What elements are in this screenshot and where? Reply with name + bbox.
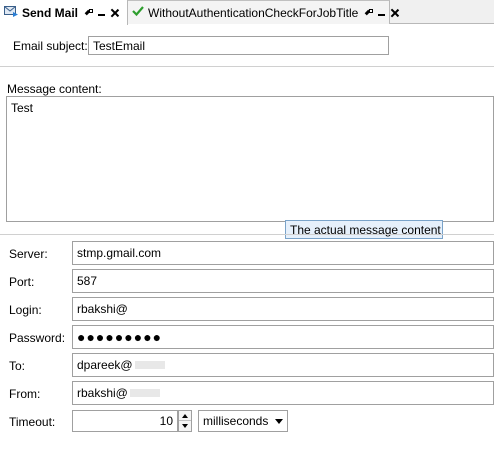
chevron-down-icon [275,418,283,424]
password-label: Password: [9,331,66,345]
to-value: dpareek@ [77,358,133,372]
mail-send-icon [4,5,18,20]
email-subject-input[interactable]: TestEmail [88,36,389,55]
pin-icon[interactable] [364,8,374,17]
spin-up-icon[interactable] [179,411,191,421]
minimize-icon[interactable] [377,8,386,17]
timeout-label: Timeout: [9,415,56,429]
port-label: Port: [9,275,35,289]
close-icon[interactable] [110,8,119,17]
password-input[interactable]: ●●●●●●●●● [72,325,494,349]
to-label: To: [9,359,26,373]
check-icon [132,5,144,20]
email-subject-label: Email subject: [13,39,88,53]
close-icon[interactable] [390,8,399,17]
pin-icon[interactable] [84,8,94,17]
divider [0,66,494,67]
timeout-unit-value: milliseconds [203,414,269,428]
redacted-text [129,389,160,397]
tab-send-mail-label: Send Mail [22,5,79,20]
divider [0,234,494,235]
from-input[interactable]: rbakshi@ [72,381,494,405]
tab-workflow-label: WithoutAuthenticationCheckForJobTitle [148,5,359,20]
tab-send-mail[interactable]: Send Mail [0,0,128,25]
message-content-textarea[interactable]: Test [6,96,494,222]
port-input[interactable]: 587 [72,269,494,293]
tab-workflow[interactable]: WithoutAuthenticationCheckForJobTitle [128,0,390,24]
tab-bar: Send Mail WithoutAuthenticationCheckForJ… [0,0,494,25]
timeout-unit-select[interactable]: milliseconds [198,410,288,432]
to-input[interactable]: dpareek@ [72,353,494,377]
minimize-icon[interactable] [97,8,106,17]
login-label: Login: [9,303,42,317]
timeout-spinner [178,410,192,432]
redacted-text [134,361,165,369]
server-input[interactable]: stmp.gmail.com [72,241,494,265]
password-mask: ●●●●●●●●● [77,329,163,345]
timeout-input[interactable]: 10 [72,410,178,432]
message-tooltip: The actual message content [285,220,443,239]
from-label: From: [9,387,41,401]
message-content-text: Test [11,101,34,115]
message-content-label: Message content: [7,82,102,96]
server-label: Server: [9,247,48,261]
spin-down-icon[interactable] [179,421,191,431]
from-value: rbakshi@ [77,386,128,400]
login-input[interactable]: rbakshi@ [72,297,494,321]
